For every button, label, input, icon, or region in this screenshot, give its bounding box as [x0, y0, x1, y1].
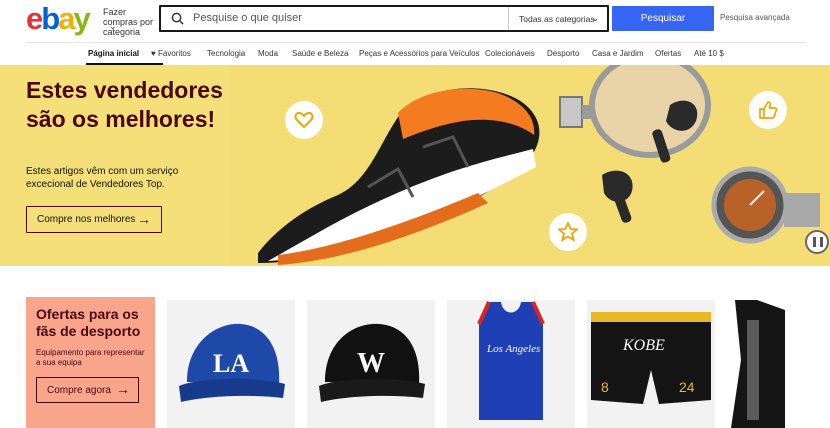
nav-item-home-garden[interactable]: Casa e Jardim [592, 49, 644, 58]
nav-item-technology[interactable]: Tecnologia [207, 49, 245, 58]
chevron-down-icon: ⌄ [591, 13, 599, 23]
hero-banner[interactable]: Estes vendedores são os melhores! Estes … [0, 65, 830, 266]
header: ebay Fazer compras por categoria ⌄ Pesqu… [0, 0, 830, 40]
search-button[interactable]: Pesquisar [612, 6, 714, 31]
star-bubble [549, 213, 587, 251]
nav-item-sports[interactable]: Desporto [547, 49, 579, 58]
la-cap-icon: LA [179, 323, 285, 402]
heart-icon [294, 111, 314, 129]
nav-item-health-beauty[interactable]: Saúde e Beleza [292, 49, 349, 58]
deals-subtitle: Equipamento para representar a sua equip… [36, 348, 145, 367]
nav-item-deals[interactable]: Ofertas [655, 49, 681, 58]
hero-title: Estes vendedores são os melhores! [26, 77, 223, 132]
nav-item-favorites[interactable]: ♥ Favoritos [151, 49, 191, 58]
search-bar[interactable]: Pesquise o que quiser Todas as categoria… [159, 5, 609, 32]
nationals-cap-icon: W [319, 323, 425, 402]
nav-item-vehicle-parts[interactable]: Peças e Acessórios para Veículos [359, 49, 480, 58]
thumbs-up-icon [759, 101, 778, 119]
nav-item-fashion[interactable]: Moda [258, 49, 278, 58]
product-card-clippers-jersey[interactable]: Los Angeles [447, 300, 575, 428]
product-card-kobe-shorts[interactable]: KOBE 8 24 [587, 300, 715, 428]
svg-text:Los Angeles: Los Angeles [486, 343, 540, 355]
shop-top-sellers-button[interactable]: Compre nos melhores → [26, 206, 162, 233]
product-card-black-jacket[interactable] [727, 300, 787, 428]
svg-text:KOBE: KOBE [622, 337, 665, 354]
arrow-right-icon: → [116, 381, 130, 397]
shop-by-category-button[interactable]: Fazer compras por categoria ⌄ [103, 7, 159, 37]
svg-text:LA: LA [213, 349, 249, 378]
pause-icon [820, 237, 823, 247]
star-icon [558, 222, 578, 242]
shop-top-sellers-label: Compre nos melhores [37, 214, 136, 225]
arrow-right-icon: → [137, 211, 151, 227]
heart-icon: ♥ [151, 49, 156, 58]
category-select-label: Todas as categorias [519, 14, 595, 24]
product-card-nationals-cap[interactable]: W [307, 300, 435, 428]
black-jacket-icon [731, 300, 785, 428]
svg-text:24: 24 [679, 379, 695, 395]
pause-button[interactable] [805, 230, 829, 254]
sports-deals-panel: Ofertas para os fãs de desporto Equipame… [26, 297, 155, 428]
clippers-jersey-icon: Los Angeles [477, 301, 545, 420]
shop-now-label: Compre agora [47, 385, 111, 396]
thumbs-up-bubble [749, 91, 787, 129]
search-icon [171, 12, 184, 25]
nav-item-under-10[interactable]: Até 10 $ [694, 49, 724, 58]
category-select[interactable]: Todas as categorias ⌄ [508, 7, 607, 30]
shop-now-button[interactable]: Compre agora → [36, 377, 139, 403]
pause-icon [813, 237, 816, 247]
product-card-la-cap[interactable]: LA [167, 300, 295, 428]
deals-title: Ofertas para os fãs de desporto [36, 306, 141, 339]
nav-item-collectibles[interactable]: Colecionáveis [485, 49, 535, 58]
chevron-down-icon: ⌄ [109, 21, 117, 31]
kobe-shorts-icon: KOBE 8 24 [591, 312, 711, 404]
nav-item-home[interactable]: Página inicial [88, 49, 139, 58]
hero-subtitle: Estes artigos vêm com um serviço excecio… [26, 166, 179, 190]
ebay-logo[interactable]: ebay [26, 3, 91, 35]
svg-text:8: 8 [601, 379, 609, 395]
svg-text:W: W [357, 348, 385, 379]
nav-item-favorites-label: Favoritos [157, 49, 191, 58]
advanced-search-link[interactable]: Pesquisa avançada [720, 13, 790, 22]
search-input[interactable]: Pesquise o que quiser [193, 12, 302, 24]
favorite-bubble [285, 101, 323, 139]
category-nav: Página inicial ♥ Favoritos Tecnologia Mo… [26, 42, 806, 65]
